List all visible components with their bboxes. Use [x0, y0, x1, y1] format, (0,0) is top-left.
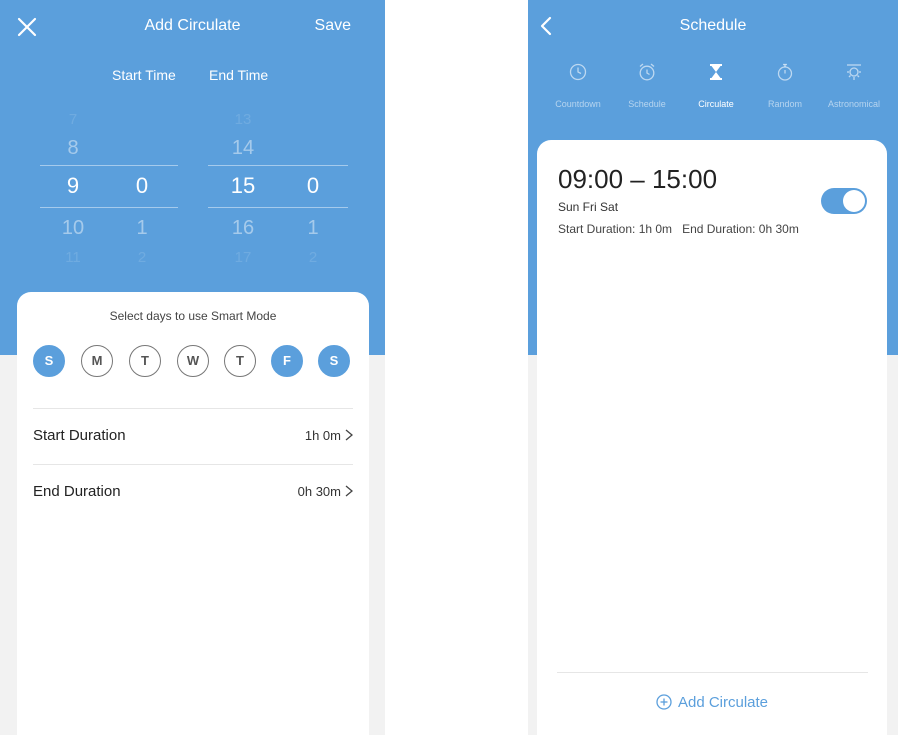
day-monday-button[interactable]: M — [81, 345, 113, 377]
schedule-card: 09:00 – 15:00 Sun Fri Sat Start Duration… — [537, 140, 887, 735]
start-hour-option: 11 — [65, 249, 81, 266]
chevron-right-icon — [345, 429, 353, 441]
tab-label: Countdown — [555, 99, 601, 109]
divider — [557, 672, 868, 673]
add-circulate-screen: Add Circulate Save Start Time End Time 7… — [0, 0, 385, 735]
start-minute-option: 1 — [136, 217, 148, 239]
save-button[interactable]: Save — [315, 17, 351, 35]
day-thursday-button[interactable]: T — [224, 345, 256, 377]
end-duration-row[interactable]: End Duration 0h 30m — [33, 472, 353, 512]
day-friday-button[interactable]: F — [271, 345, 303, 377]
start-hour-option: 10 — [61, 217, 85, 239]
end-duration-value: 0h 30m — [297, 484, 341, 499]
schedule-screen: Schedule Countdown Schedule Circulate Ra… — [528, 0, 898, 735]
tab-circulate[interactable]: Circulate — [679, 62, 753, 117]
start-duration-value: 1h 0m — [304, 428, 341, 443]
sun-icon — [847, 64, 861, 80]
add-circulate-label: Add Circulate — [677, 694, 769, 711]
end-hour-option: 16 — [231, 217, 255, 239]
page-title: Schedule — [679, 17, 747, 34]
start-duration-label: Start Duration — [33, 427, 126, 444]
circulate-days: Sun Fri Sat — [558, 200, 619, 214]
add-circulate-button[interactable]: Add Circulate — [537, 694, 887, 711]
settings-card: Select days to use Smart Mode S M T W T … — [17, 292, 369, 735]
end-hour-option: 14 — [231, 137, 255, 159]
end-minute-selected: 0 — [306, 173, 320, 198]
start-duration-text: Start Duration: 1h 0m — [558, 222, 673, 236]
chevron-right-icon — [345, 485, 353, 497]
circulate-enable-toggle[interactable] — [821, 188, 867, 214]
start-time-heading: Start Time — [112, 67, 176, 83]
day-tuesday-button[interactable]: T — [129, 345, 161, 377]
tab-label: Circulate — [698, 99, 734, 109]
end-duration-label: End Duration — [33, 483, 121, 500]
end-hour-option: 13 — [234, 111, 252, 128]
clock-icon — [569, 63, 587, 81]
tab-label: Random — [767, 99, 803, 109]
end-hour-option: 17 — [234, 249, 252, 266]
end-hour-selected: 15 — [230, 173, 256, 198]
tab-schedule[interactable]: Schedule — [610, 62, 684, 117]
stopwatch-icon — [777, 63, 793, 81]
day-wednesday-button[interactable]: W — [177, 345, 209, 377]
tab-random[interactable]: Random — [748, 62, 822, 117]
start-minute-selected: 0 — [135, 173, 149, 198]
plus-circle-icon — [656, 694, 672, 710]
end-time-heading: End Time — [209, 67, 269, 83]
divider — [33, 408, 353, 409]
circulate-durations: Start Duration: 1h 0m End Duration: 0h 3… — [558, 222, 799, 236]
tab-astronomical[interactable]: Astronomical — [817, 62, 891, 117]
end-minute-option: 2 — [308, 249, 318, 266]
tab-label: Schedule — [628, 99, 666, 109]
hourglass-icon — [710, 64, 722, 80]
tab-countdown[interactable]: Countdown — [541, 62, 615, 117]
days-title: Select days to use Smart Mode — [109, 309, 277, 323]
day-saturday-button[interactable]: S — [318, 345, 350, 377]
start-duration-row[interactable]: Start Duration 1h 0m — [33, 416, 353, 456]
divider — [33, 464, 353, 465]
start-hour-option: 7 — [68, 111, 78, 128]
alarm-clock-icon — [639, 63, 655, 81]
toggle-knob — [843, 190, 865, 212]
start-hour-selected: 9 — [66, 173, 80, 198]
tab-label: Astronomical — [827, 99, 881, 109]
end-minute-option: 1 — [307, 217, 319, 239]
circulate-time-range[interactable]: 09:00 – 15:00 — [558, 164, 717, 195]
start-minute-option: 2 — [137, 249, 147, 266]
start-hour-option: 8 — [67, 137, 79, 159]
day-sunday-button[interactable]: S — [33, 345, 65, 377]
end-duration-text: End Duration: 0h 30m — [682, 222, 799, 236]
